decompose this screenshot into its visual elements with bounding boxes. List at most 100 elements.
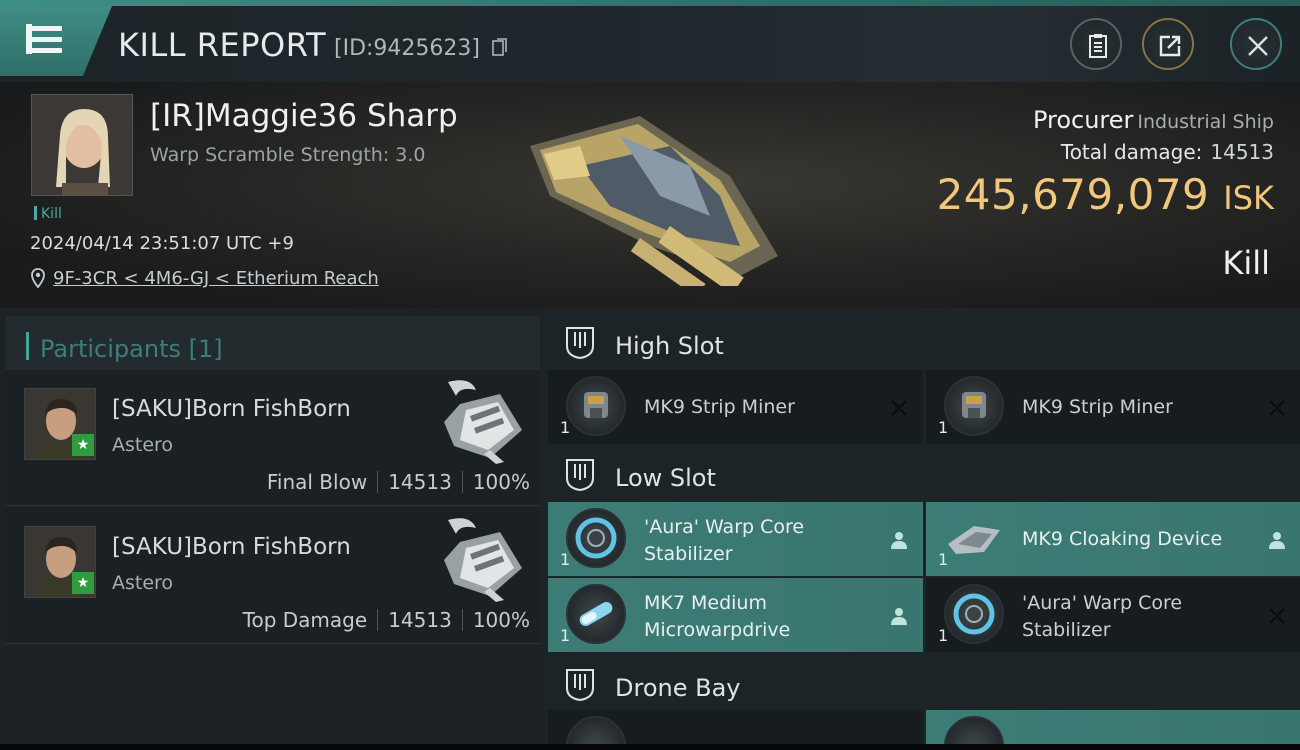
module-slot[interactable]: 1 MK7 Medium Microwarpdrive bbox=[548, 578, 923, 652]
close-button[interactable] bbox=[1230, 18, 1282, 70]
total-damage-value: 14513 bbox=[1210, 140, 1274, 164]
warp-scramble-strength: Warp Scramble Strength: 3.0 bbox=[150, 144, 426, 166]
header: KILL REPORT [ID:9425623] bbox=[0, 6, 1300, 82]
ship-type: Procurer Industrial Ship bbox=[1033, 106, 1274, 134]
module-quantity: 1 bbox=[938, 418, 949, 437]
star-icon: ★ bbox=[72, 434, 94, 456]
share-button[interactable] bbox=[1142, 18, 1194, 70]
ship-name[interactable]: Procurer bbox=[1033, 106, 1133, 134]
slot-shield-icon bbox=[566, 459, 594, 492]
participant-ship: Astero bbox=[112, 572, 174, 594]
participants-panel: Participants [1] ★ [SAKU]Born FishBorn A… bbox=[0, 308, 543, 750]
divider bbox=[377, 471, 379, 493]
kill-location-link[interactable]: 9F-3CR < 4M6-GJ < Etherium Reach bbox=[53, 268, 379, 289]
victim-name[interactable]: [IR]Maggie36 Sharp bbox=[150, 98, 458, 134]
module-quantity: 1 bbox=[938, 626, 949, 645]
cloaking-device-icon bbox=[944, 508, 1004, 568]
participants-label: Participants [1] bbox=[40, 335, 223, 363]
participant-damage: 14513 bbox=[388, 470, 452, 494]
module-name: 'Aura' Warp Core Stabilizer bbox=[1022, 592, 1183, 641]
clipboard-button[interactable] bbox=[1070, 18, 1122, 70]
participant-percent: 100% bbox=[472, 470, 530, 494]
kill-tag: Kill bbox=[34, 206, 62, 222]
warp-core-stabilizer-icon-art bbox=[575, 517, 617, 559]
module-quantity: 1 bbox=[560, 550, 571, 569]
slot-shield-icon bbox=[566, 327, 594, 360]
participants-accent bbox=[26, 332, 29, 360]
destroyed-x-icon bbox=[891, 400, 907, 416]
high-slot-label: High Slot bbox=[615, 332, 724, 360]
slot-shield-icon bbox=[566, 669, 594, 702]
divider bbox=[461, 471, 463, 493]
strip-miner-icon bbox=[944, 376, 1004, 436]
kill-summary: [IR]Maggie36 Sharp Warp Scramble Strengt… bbox=[0, 82, 1300, 308]
drone-bay-label: Drone Bay bbox=[615, 674, 741, 702]
strip-miner-icon bbox=[566, 376, 626, 436]
destroyed-x-icon bbox=[1269, 400, 1285, 416]
victim-portrait[interactable] bbox=[31, 94, 133, 196]
participant-name[interactable]: [SAKU]Born FishBorn bbox=[112, 396, 351, 422]
module-slot[interactable]: 1 'Aura' Warp Core Stabilizer bbox=[926, 578, 1300, 652]
module-name: MK9 Cloaking Device bbox=[1022, 528, 1223, 550]
microwarpdrive-icon bbox=[566, 584, 626, 644]
isk-amount: 245,679,079 bbox=[936, 170, 1210, 219]
module-quantity: 1 bbox=[560, 418, 571, 437]
low-slot-label: Low Slot bbox=[615, 464, 716, 492]
module-slot[interactable]: 1 'Aura' Warp Core Stabilizer bbox=[548, 502, 923, 576]
menu-icon-tick bbox=[26, 24, 32, 54]
participant-card[interactable]: ★ [SAKU]Born FishBorn Astero Final Blow 1… bbox=[6, 370, 540, 506]
module-quantity: 1 bbox=[938, 550, 949, 569]
star-icon: ★ bbox=[72, 572, 94, 594]
share-icon bbox=[1159, 35, 1181, 57]
isk-value: 245,679,079 ISK bbox=[937, 170, 1274, 219]
high-slot-header: High Slot bbox=[543, 314, 1300, 370]
module-name: 'Aura' Warp Core Stabilizer bbox=[644, 516, 805, 565]
total-damage-label: Total damage: bbox=[1060, 140, 1203, 164]
participant-card[interactable]: ★ [SAKU]Born FishBorn Astero Top Damage 1… bbox=[6, 508, 540, 644]
module-slot[interactable]: 1 MK9 Strip Miner bbox=[548, 370, 923, 444]
isk-unit: ISK bbox=[1223, 179, 1274, 217]
person-icon bbox=[1269, 532, 1285, 549]
victim-avatar-image bbox=[32, 95, 132, 195]
destroyed-x-icon bbox=[1269, 608, 1285, 624]
bottom-edge bbox=[0, 744, 1300, 750]
close-icon bbox=[1248, 36, 1268, 56]
copy-icon[interactable] bbox=[492, 38, 508, 58]
astero-ship-icon bbox=[444, 518, 522, 602]
location-pin-icon bbox=[31, 268, 45, 288]
participant-stats: Final Blow 14513 100% bbox=[267, 470, 530, 494]
kill-result: Kill bbox=[1222, 244, 1270, 282]
astero-ship-icon bbox=[444, 380, 522, 464]
module-slot[interactable]: 1 MK9 Strip Miner bbox=[926, 370, 1300, 444]
strip-miner-icon-art bbox=[584, 392, 608, 418]
divider bbox=[377, 609, 379, 631]
cloaking-device-icon-art bbox=[948, 526, 1000, 554]
participant-role: Final Blow bbox=[266, 470, 368, 494]
ship-image bbox=[530, 116, 778, 286]
microwarpdrive-icon-art bbox=[579, 602, 613, 626]
participant-name[interactable]: [SAKU]Born FishBorn bbox=[112, 534, 351, 560]
module-slot[interactable]: 1 MK9 Cloaking Device bbox=[926, 502, 1300, 576]
warp-core-stabilizer-icon-art bbox=[953, 593, 995, 635]
page-title: KILL REPORT bbox=[118, 26, 327, 64]
module-name: MK9 Strip Miner bbox=[1022, 396, 1173, 418]
participant-ship: Astero bbox=[112, 434, 174, 456]
module-quantity: 1 bbox=[560, 626, 571, 645]
low-slot-header: Low Slot bbox=[543, 446, 1300, 502]
participant-percent: 100% bbox=[472, 608, 530, 632]
ship-class: Industrial Ship bbox=[1137, 111, 1274, 133]
warp-core-stabilizer-icon bbox=[944, 584, 1004, 644]
menu-button[interactable] bbox=[0, 6, 112, 76]
participant-role: Top Damage bbox=[242, 608, 368, 632]
participant-stats: Top Damage 14513 100% bbox=[243, 608, 530, 632]
module-name: MK9 Strip Miner bbox=[644, 396, 795, 418]
module-name: MK7 Medium Microwarpdrive bbox=[644, 592, 791, 641]
kill-datetime: 2024/04/14 23:51:07 UTC +9 bbox=[30, 233, 294, 254]
strip-miner-icon-art bbox=[962, 392, 986, 418]
divider bbox=[461, 609, 463, 631]
warp-core-stabilizer-icon bbox=[566, 508, 626, 568]
person-icon bbox=[891, 608, 907, 625]
drone-bay-header: Drone Bay bbox=[543, 656, 1300, 712]
participants-header: Participants [1] bbox=[6, 316, 540, 374]
participant-damage: 14513 bbox=[388, 608, 452, 632]
